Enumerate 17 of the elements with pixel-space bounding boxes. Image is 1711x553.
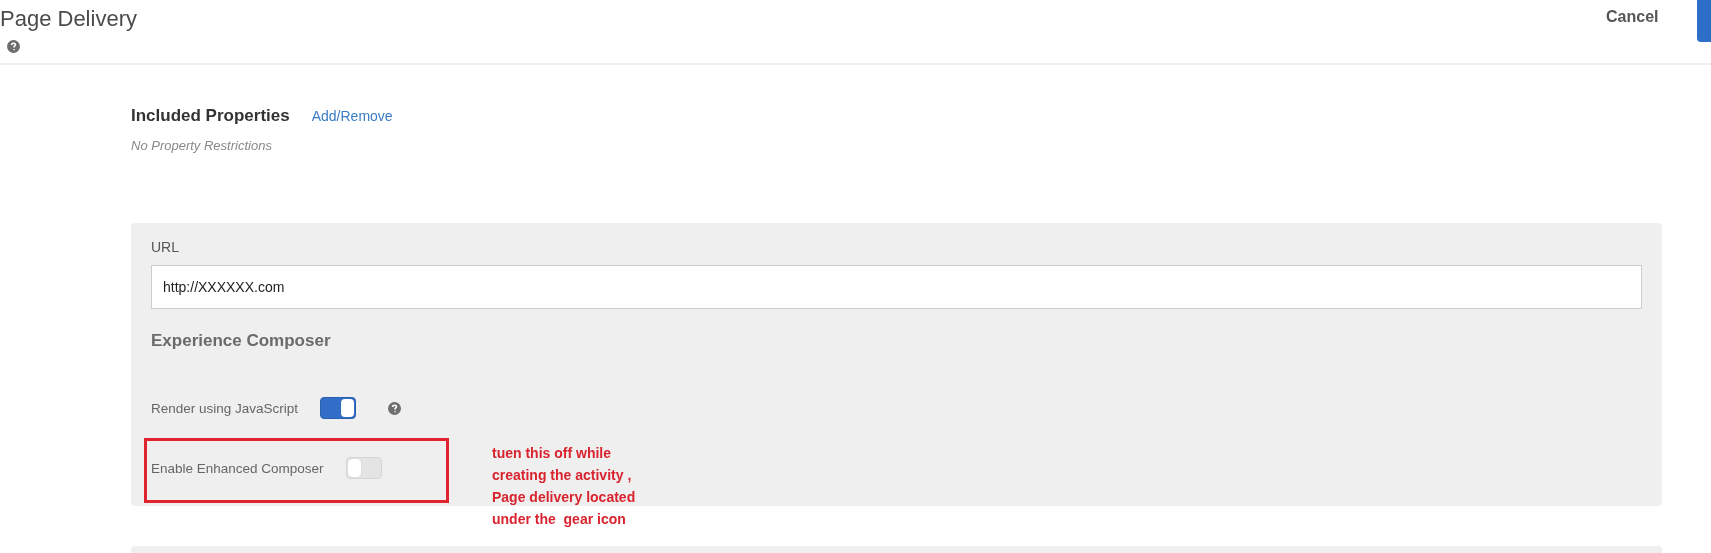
add-remove-link[interactable]: Add/Remove <box>311 108 393 124</box>
help-icon[interactable] <box>388 401 402 415</box>
annotation-text: creating the activity , <box>492 466 633 485</box>
section-heading: Included Properties <box>131 106 290 126</box>
setting-label: Enable Enhanced Composer <box>151 460 324 476</box>
toggle-switch[interactable] <box>320 397 357 419</box>
setting-label: Render using JavaScript <box>151 400 299 416</box>
url-field[interactable]: http://XXXXXX.com <box>151 265 1642 309</box>
page-title: Page Delivery <box>0 6 137 32</box>
annotation-text: Page delivery located <box>492 488 636 507</box>
annotation-text: tuen this off while <box>492 444 612 463</box>
property-note: No Property Restrictions <box>131 138 273 153</box>
annotation-text: under the gear icon <box>492 510 627 529</box>
url-label: URL <box>151 239 180 255</box>
cancel-button[interactable]: Cancel <box>1606 8 1659 26</box>
help-icon[interactable] <box>7 40 20 53</box>
composer-heading: Experience Composer <box>151 331 332 351</box>
